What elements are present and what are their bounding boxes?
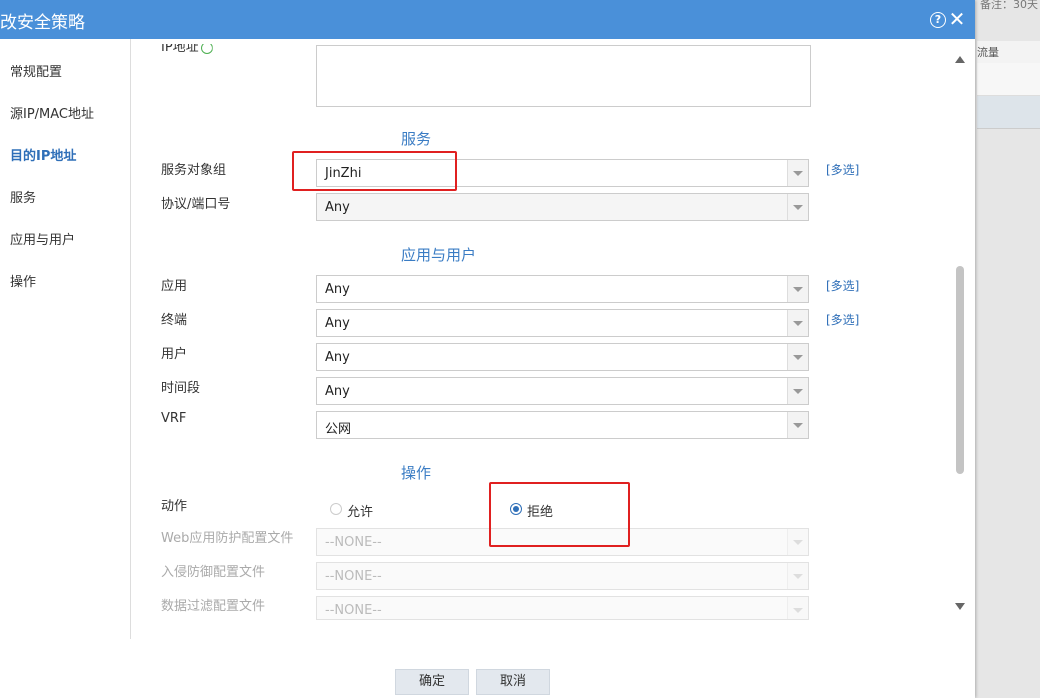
user-label: 用户 bbox=[161, 347, 188, 362]
ips-profile-value: --NONE-- bbox=[325, 569, 382, 584]
vrf-value: 公网 bbox=[325, 422, 352, 437]
info-icon bbox=[200, 44, 213, 54]
chevron-down-icon bbox=[787, 597, 808, 619]
sidebar-item-service[interactable]: 服务 bbox=[10, 187, 36, 206]
chevron-down-icon bbox=[787, 529, 808, 555]
chevron-down-icon bbox=[787, 563, 808, 589]
terminal-multi-select-link[interactable]: [多选] bbox=[826, 311, 859, 328]
cancel-button[interactable]: 取消 bbox=[476, 669, 550, 695]
ips-profile-label: 入侵防御配置文件 bbox=[161, 565, 266, 580]
sidebar-item-source-ip-mac[interactable]: 源IP/MAC地址 bbox=[10, 103, 94, 122]
terminal-value: Any bbox=[325, 316, 350, 331]
chevron-down-icon[interactable] bbox=[787, 194, 808, 220]
application-multi-select-link[interactable]: [多选] bbox=[826, 277, 859, 294]
ips-profile-select[interactable]: --NONE-- bbox=[316, 562, 809, 590]
scroll-down-arrow-icon[interactable] bbox=[955, 603, 965, 610]
terminal-select[interactable]: Any bbox=[316, 309, 809, 337]
dialog-titlebar: 改安全策略 ? ✕ bbox=[0, 0, 975, 39]
dialog-title: 改安全策略 bbox=[0, 13, 85, 33]
action-label: 动作 bbox=[161, 499, 188, 514]
application-label: 应用 bbox=[161, 279, 188, 294]
data-filter-profile-value: --NONE-- bbox=[325, 603, 382, 618]
background-column-header-label: 流量 bbox=[977, 46, 999, 59]
action-allow-radio[interactable] bbox=[330, 503, 342, 515]
section-title-service: 服务 bbox=[401, 130, 432, 148]
scrollbar-thumb[interactable] bbox=[956, 266, 964, 474]
background-column-header: 流量 bbox=[977, 41, 1040, 64]
ip-address-textarea[interactable] bbox=[316, 45, 811, 107]
background-note: 备注：30天 bbox=[980, 0, 1038, 11]
application-value: Any bbox=[325, 282, 350, 297]
scroll-up-arrow-icon[interactable] bbox=[955, 56, 965, 63]
close-icon[interactable]: ✕ bbox=[948, 9, 966, 29]
chevron-down-icon[interactable] bbox=[787, 310, 808, 336]
waf-profile-value: --NONE-- bbox=[325, 535, 382, 550]
data-filter-profile-select[interactable]: --NONE-- bbox=[316, 596, 809, 620]
action-allow-label[interactable]: 允许 bbox=[347, 501, 373, 520]
waf-profile-label: Web应用防护配置文件 bbox=[161, 531, 294, 546]
section-title-operation: 操作 bbox=[401, 464, 432, 482]
section-title-app-user: 应用与用户 bbox=[401, 246, 477, 264]
sidebar-item-destination-ip[interactable]: 目的IP地址 bbox=[10, 145, 76, 164]
sidebar-item-general[interactable]: 常规配置 bbox=[10, 61, 62, 80]
background-table-row-selected bbox=[977, 96, 1040, 129]
ok-button[interactable]: 确定 bbox=[395, 669, 469, 695]
vrf-label: VRF bbox=[161, 411, 187, 426]
user-select[interactable]: Any bbox=[316, 343, 809, 371]
time-range-select[interactable]: Any bbox=[316, 377, 809, 405]
highlight-box-deny-action bbox=[489, 482, 630, 547]
chevron-down-icon[interactable] bbox=[787, 160, 808, 186]
time-range-label: 时间段 bbox=[161, 381, 201, 396]
application-select[interactable]: Any bbox=[316, 275, 809, 303]
edit-policy-dialog: 改安全策略 ? ✕ 常规配置 源IP/MAC地址 目的IP地址 服务 应用与用户… bbox=[0, 0, 975, 698]
chevron-down-icon[interactable] bbox=[787, 276, 808, 302]
terminal-label: 终端 bbox=[161, 313, 188, 328]
chevron-down-icon[interactable] bbox=[787, 344, 808, 370]
sidebar-item-operation[interactable]: 操作 bbox=[10, 271, 36, 290]
data-filter-profile-label: 数据过滤配置文件 bbox=[161, 599, 266, 614]
user-value: Any bbox=[325, 350, 350, 365]
chevron-down-icon[interactable] bbox=[787, 378, 808, 404]
chevron-down-icon[interactable] bbox=[787, 412, 808, 438]
time-range-value: Any bbox=[325, 384, 350, 399]
protocol-port-select[interactable]: Any bbox=[316, 193, 809, 221]
background-table-row bbox=[977, 63, 1040, 96]
help-icon[interactable]: ? bbox=[930, 12, 946, 28]
sidebar-item-app-user[interactable]: 应用与用户 bbox=[10, 229, 75, 248]
protocol-port-value: Any bbox=[325, 200, 350, 215]
sidebar-nav: 常规配置 源IP/MAC地址 目的IP地址 服务 应用与用户 操作 bbox=[0, 39, 131, 639]
service-group-multi-select-link[interactable]: [多选] bbox=[826, 161, 859, 178]
protocol-port-label: 协议/端口号 bbox=[161, 197, 231, 212]
highlight-box-service-group bbox=[292, 151, 457, 191]
vrf-select[interactable]: 公网 bbox=[316, 411, 809, 439]
service-group-label: 服务对象组 bbox=[161, 163, 227, 178]
